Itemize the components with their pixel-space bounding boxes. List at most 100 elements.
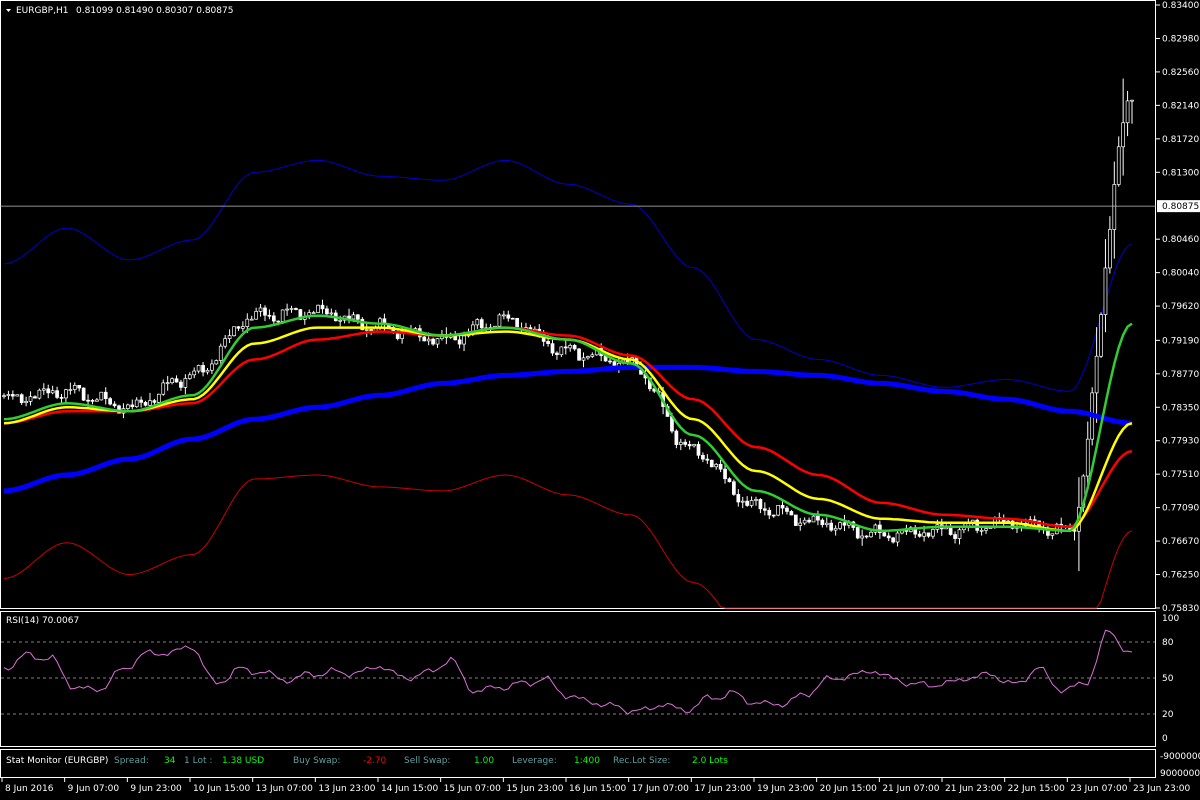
candle [833,525,838,536]
candle [333,309,338,322]
rec-lot-label: Rec.Lot Size: [613,756,670,766]
candle [435,338,440,348]
candle [749,496,754,508]
symbol-dropdown-icon[interactable] [6,9,11,12]
time-label: 17 Jun 23:00 [694,784,751,794]
candle [687,440,692,450]
time-label: 8 Jun 2016 [5,784,54,794]
candle [15,394,20,397]
rsi-axis-label: 0 [1162,734,1168,744]
candle [1050,533,1055,540]
time-label: 22 Jun 15:00 [1008,784,1065,794]
candle [563,339,568,355]
candle [550,339,555,356]
candle [103,387,108,405]
candle [736,489,741,507]
ma-green-line [3,314,1133,532]
spread-value: 34 [164,756,176,766]
sell-swap-value: 1.00 [474,756,494,766]
candle [81,387,86,402]
candle [798,517,803,531]
candle [214,359,219,365]
price-label: 0.82560 [1162,68,1199,78]
leverage-value: 1:400 [574,756,600,766]
candle [555,351,559,360]
candle [50,385,55,395]
lower-band-line [3,474,1133,609]
candle [174,375,179,383]
candle [320,299,325,314]
candle [957,526,962,545]
candle [1019,519,1024,532]
rsi-axis-label: 50 [1162,674,1174,684]
candle [718,459,723,473]
candle [771,514,776,518]
candle [577,347,581,361]
candle [249,315,254,321]
price-label: 0.80460 [1162,235,1199,245]
candle [170,377,174,385]
candle [457,335,462,349]
candle [816,510,820,526]
candle [2,393,6,399]
candle [364,322,369,338]
candle [236,326,241,331]
rsi-axis-label: 20 [1162,710,1174,720]
rsi-title: RSI(14) 70.0067 [6,616,79,626]
ohlc-values: 0.81099 0.81490 0.80307 0.80875 [76,6,233,16]
price-axis: 0.83400 0.82980 0.82560 0.82140 0.81720 0.813… [0,1,1200,614]
candle [205,368,210,375]
price-label: 0.77090 [1162,504,1199,514]
candle [780,500,785,515]
candle [1108,216,1112,274]
candle [785,505,789,515]
time-label: 9 Jun 23:00 [130,784,182,794]
time-label: 17 Jun 07:00 [632,784,689,794]
candle [223,335,228,349]
rsi-panel-frame [0,611,1156,747]
candle [590,352,595,358]
candle [130,399,135,410]
rec-lot-value: 2.0 Lots [692,756,728,766]
candle [1112,161,1117,259]
candle [926,532,931,538]
candle [678,438,683,451]
candle [289,305,294,313]
candle [824,517,829,528]
candle [24,396,28,407]
candle [572,343,577,351]
candle [267,309,272,320]
candle [913,524,918,539]
candle [829,519,834,532]
candle [108,396,113,406]
price-label: 0.80040 [1162,269,1199,279]
candle [285,303,289,316]
candle [95,397,99,402]
candle [294,307,298,311]
candle [497,313,502,329]
lot-value: 1.38 USD [222,756,264,766]
time-label: 21 Jun 23:00 [945,784,1002,794]
price-label: 0.81300 [1162,168,1199,178]
price-label: 0.78350 [1162,403,1199,413]
candle [762,502,767,516]
candle [41,383,46,395]
candle [895,528,900,547]
candle [953,531,957,544]
time-label: 19 Jun 23:00 [757,784,814,794]
candle [475,318,480,329]
price-label: 0.78770 [1162,370,1199,380]
candle [210,359,214,374]
rsi-axis-label: 80 [1162,638,1174,648]
time-label: 23 Jun 23:00 [1133,784,1190,794]
candle [789,509,794,516]
candle [55,386,59,400]
candle [586,355,590,360]
candle [838,521,842,531]
candle [931,528,935,539]
candle [241,321,245,332]
time-axis: 8 Jun 2016 9 Jun 07:00 9 Jun 23:00 10 Jun 1… [1,778,1190,794]
rsi-line [3,629,1133,715]
candle [692,443,696,448]
candle [842,514,847,532]
